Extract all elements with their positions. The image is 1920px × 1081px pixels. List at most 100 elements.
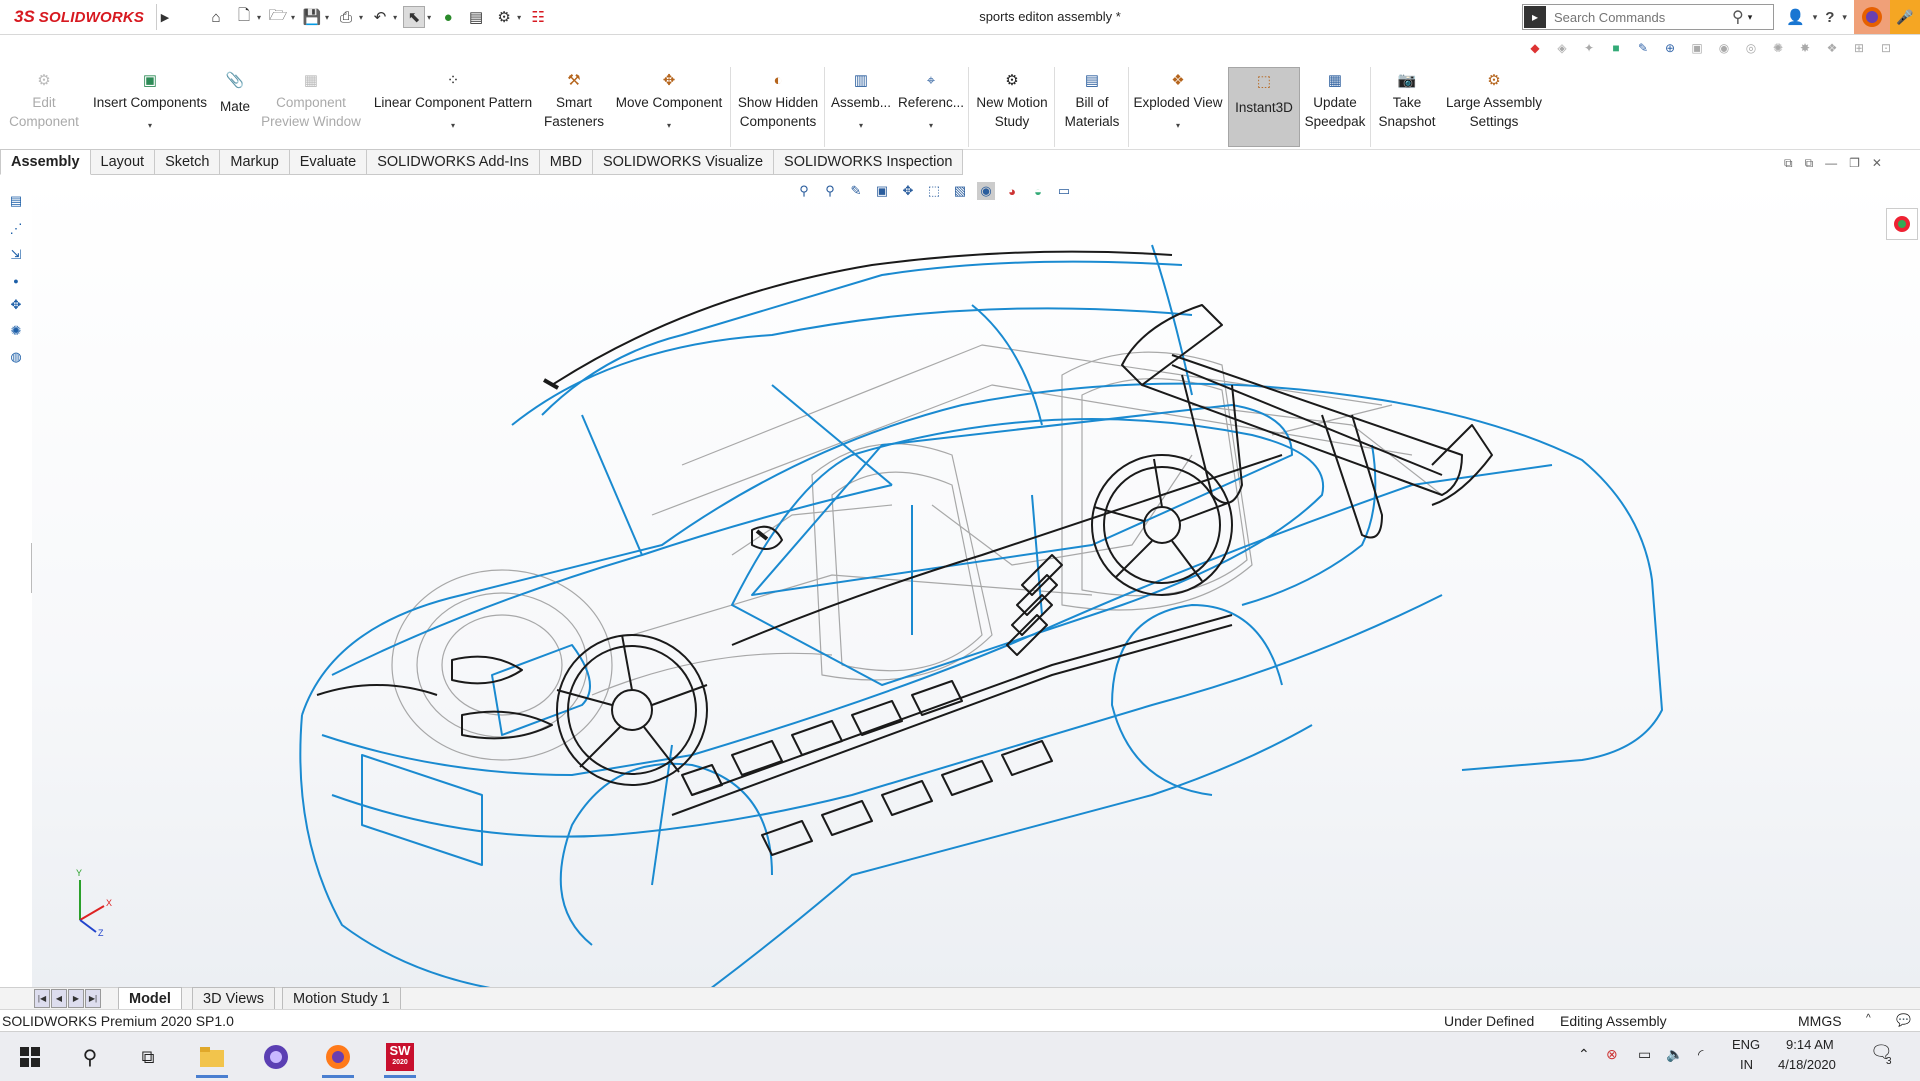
help-caret-icon[interactable]: ▾	[1842, 12, 1847, 23]
units-selector[interactable]: MMGS	[1798, 1013, 1842, 1029]
next-tab-icon[interactable]: ▶	[68, 989, 84, 1008]
firefox-overlay-icon[interactable]	[1854, 0, 1890, 34]
scene-icon[interactable]: ◈	[1552, 38, 1572, 58]
show-hidden-icons-caret[interactable]: ⌃	[1578, 1046, 1590, 1063]
display-manager-icon[interactable]: ✥	[6, 295, 26, 315]
select-pointer-icon[interactable]: ⬉	[403, 6, 426, 28]
camera-icon[interactable]: ⊞	[1849, 38, 1869, 58]
print-caret-icon[interactable]: ▾	[359, 13, 363, 22]
dropdown-caret-icon[interactable]: ▾	[1176, 122, 1180, 130]
options-gear-icon[interactable]: ⚙	[493, 6, 515, 28]
display-style-icon[interactable]: ▧	[951, 182, 969, 200]
save-icon[interactable]: 💾	[301, 6, 323, 28]
edit-appearance-icon[interactable]: ✎	[1633, 38, 1653, 58]
firefox-icon[interactable]	[318, 1038, 358, 1078]
tab-model[interactable]: Model	[118, 987, 182, 1010]
edit-appearance-hud-icon[interactable]: ◕	[1003, 182, 1021, 200]
tab-sketch[interactable]: Sketch	[155, 149, 221, 175]
crosshair-icon[interactable]: ⊕	[1660, 38, 1680, 58]
recall-render-icon[interactable]: ❖	[1822, 38, 1842, 58]
traffic-light-icon[interactable]: ●	[437, 6, 459, 28]
open-folder-icon[interactable]: 🗁	[267, 6, 289, 28]
render-region-icon[interactable]: ▣	[1687, 38, 1707, 58]
help-icon[interactable]: ?	[1825, 9, 1834, 26]
show-hidden-components-button[interactable]: ◐ Show Hidden Components	[734, 69, 822, 145]
cam-manager-icon[interactable]: ✺	[6, 321, 26, 341]
wifi-icon[interactable]: ◜	[1698, 1046, 1703, 1063]
tab-addins[interactable]: SOLIDWORKS Add-Ins	[367, 149, 540, 175]
tile-right-icon[interactable]: ⧉	[1805, 156, 1814, 171]
undo-caret-icon[interactable]: ▾	[393, 13, 397, 22]
open-caret-icon[interactable]: ▾	[291, 13, 295, 22]
update-speedpak-button[interactable]: ▦ Update Speedpak	[1302, 69, 1368, 145]
language-code[interactable]: ENG	[1732, 1037, 1760, 1052]
customize-icon[interactable]: ☷	[527, 6, 549, 28]
prev-tab-icon[interactable]: ◀	[51, 989, 67, 1008]
new-caret-icon[interactable]: ▾	[257, 13, 261, 22]
dropdown-caret-icon[interactable]: ▾	[859, 122, 863, 130]
component-preview-button[interactable]: ▦ Component Preview Window	[258, 69, 364, 145]
tab-3d-views[interactable]: 3D Views	[192, 987, 275, 1010]
dropdown-caret-icon[interactable]: ▾	[148, 122, 152, 130]
tab-motion-study-1[interactable]: Motion Study 1	[282, 987, 401, 1010]
configuration-manager-icon[interactable]: ⇲	[6, 245, 26, 265]
apply-scene-icon[interactable]: ◒	[1029, 182, 1047, 200]
task-view-icon[interactable]: ⧉	[128, 1038, 168, 1076]
print-icon[interactable]: ⎙	[335, 6, 357, 28]
zoom-to-fit-icon[interactable]: ⚲	[795, 182, 813, 200]
render-preview-icon[interactable]: ◉	[1714, 38, 1734, 58]
solidworks-logo[interactable]: 3S SOLIDWORKS	[14, 6, 144, 28]
large-assembly-settings-button[interactable]: ⚙ Large Assembly Settings	[1442, 69, 1546, 145]
insert-components-button[interactable]: ▣ Insert Components ▾	[88, 69, 212, 145]
tab-evaluate[interactable]: Evaluate	[289, 149, 368, 175]
dynamic-annotation-icon[interactable]: ✥	[899, 182, 917, 200]
instant3d-button[interactable]: ⬚ Instant3D	[1228, 67, 1300, 147]
decals-icon[interactable]: ✦	[1579, 38, 1599, 58]
tab-inspection[interactable]: SOLIDWORKS Inspection	[774, 149, 964, 175]
car-wireframe-model[interactable]	[32, 175, 1920, 987]
appearance-icon[interactable]: ◆	[1525, 38, 1545, 58]
search-icon[interactable]: ⚲	[1732, 7, 1744, 27]
linear-pattern-button[interactable]: ⁘ Linear Component Pattern ▾	[368, 69, 538, 145]
mate-button[interactable]: 📎 Mate	[214, 69, 256, 145]
battery-icon[interactable]: ▭	[1638, 1046, 1651, 1063]
microphone-icon[interactable]: 🎤	[1890, 0, 1920, 34]
last-tab-icon[interactable]: ▶|	[85, 989, 101, 1008]
new-motion-study-button[interactable]: ⚙ New Motion Study	[972, 69, 1052, 145]
dropdown-caret-icon[interactable]: ▾	[667, 122, 671, 130]
close-icon[interactable]: ✕	[1872, 156, 1882, 171]
expand-strip-icon[interactable]: ⊡	[1876, 38, 1896, 58]
clock-time[interactable]: 9:14 AM	[1786, 1037, 1834, 1052]
user-caret-icon[interactable]: ▾	[1813, 12, 1818, 23]
language-region[interactable]: IN	[1740, 1057, 1753, 1072]
select-caret-icon[interactable]: ▾	[427, 13, 431, 22]
restore-icon[interactable]: ❐	[1849, 156, 1860, 171]
render-options-icon[interactable]: ✺	[1768, 38, 1788, 58]
search-caret-icon[interactable]: ▾	[1748, 12, 1753, 23]
render-final-icon[interactable]: ◎	[1741, 38, 1761, 58]
tab-visualize[interactable]: SOLIDWORKS Visualize	[592, 149, 775, 175]
hide-show-items-icon[interactable]: ◉	[977, 182, 995, 200]
tab-layout[interactable]: Layout	[90, 149, 156, 175]
solidworks-taskbar-icon[interactable]: SW 2020	[380, 1038, 420, 1078]
search-commands-box[interactable]: ▸ ⚲ ▾	[1522, 4, 1774, 30]
take-snapshot-button[interactable]: 📷 Take Snapshot	[1374, 69, 1440, 145]
volume-icon[interactable]: 🔈	[1666, 1046, 1683, 1063]
feature-tree-icon[interactable]: ▤	[6, 191, 26, 211]
tab-markup[interactable]: Markup	[220, 149, 290, 175]
tab-assembly[interactable]: Assembly	[0, 149, 91, 175]
browser-app-icon[interactable]	[256, 1038, 296, 1076]
section-view-icon[interactable]: ▣	[873, 182, 891, 200]
new-document-icon[interactable]: 🗋	[233, 6, 255, 28]
options-caret-icon[interactable]: ▾	[517, 13, 521, 22]
tab-mbd[interactable]: MBD	[539, 149, 593, 175]
bill-of-materials-button[interactable]: ▤ Bill of Materials	[1058, 69, 1126, 145]
display-states-icon[interactable]: ■	[1606, 38, 1626, 58]
search-taskbar-icon[interactable]: ⚲	[70, 1038, 110, 1076]
windows-start-icon[interactable]	[10, 1038, 50, 1076]
property-manager-icon[interactable]: ⋰	[6, 219, 26, 239]
dropdown-caret-icon[interactable]: ▾	[929, 122, 933, 130]
undo-icon[interactable]: ↶	[369, 6, 391, 28]
tile-left-icon[interactable]: ⧉	[1784, 156, 1793, 171]
first-tab-icon[interactable]: |◀	[34, 989, 50, 1008]
